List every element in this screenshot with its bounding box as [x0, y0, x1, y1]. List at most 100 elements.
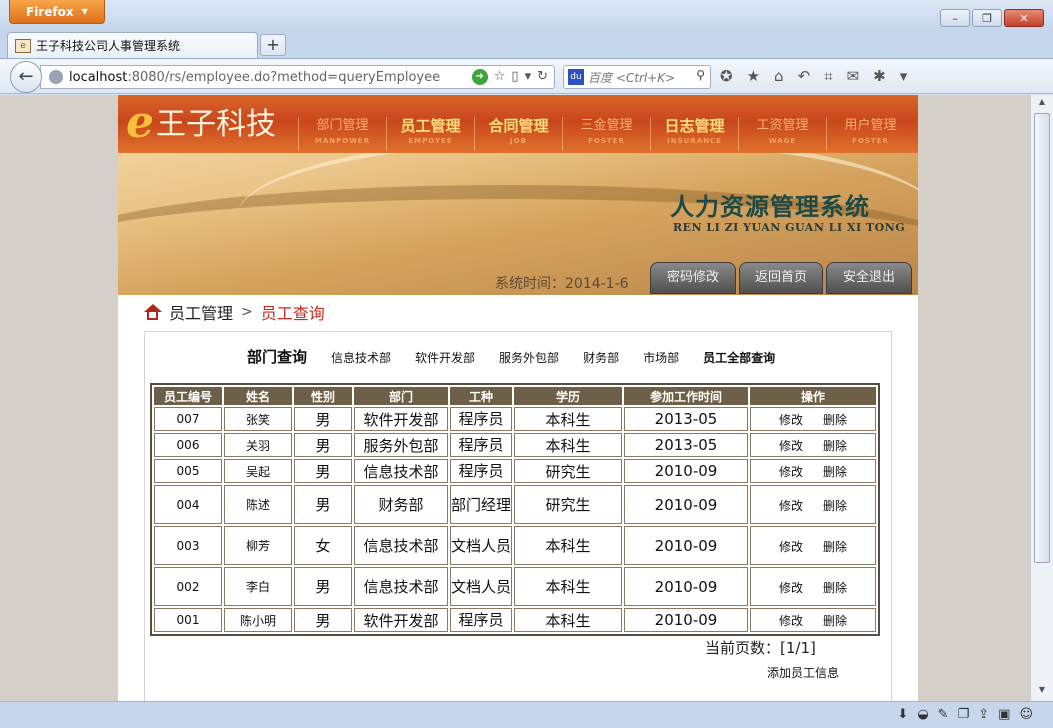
nav-item[interactable]: 日志管理 INSURANCE [650, 117, 738, 151]
cell-actions: 修改 删除 [750, 459, 876, 483]
cell-actions: 修改 删除 [750, 608, 876, 632]
department-filter: 部门查询 信息技术部 软件开发部 服务外包部 财务部 市场部 员工全部查询 [247, 346, 799, 367]
dept-link-software[interactable]: 软件开发部 [415, 349, 475, 366]
nav-item[interactable]: 工资管理 WAGE [738, 117, 826, 151]
cell-start-date: 2010-09 [624, 485, 748, 524]
scroll-up-icon[interactable]: ▲ [1034, 97, 1050, 111]
main-nav: 部门管理 MANPOWER 员工管理 EMPOYEE 合同管理 JOB 三金管理 FOSTER… [298, 117, 914, 151]
go-arrow-icon[interactable]: ➜ [471, 69, 488, 85]
undo-icon[interactable]: ↶ [798, 67, 811, 85]
minimize-button[interactable]: – [940, 9, 970, 27]
breadcrumb: 员工管理 > 员工查询 [144, 300, 325, 324]
delete-link[interactable]: 删除 [823, 413, 847, 427]
maximize-button[interactable]: ❐ [972, 9, 1002, 27]
nav-item[interactable]: 部门管理 MANPOWER [298, 117, 386, 151]
vertical-scrollbar[interactable]: ▲ ▼ [1030, 95, 1053, 701]
delete-link[interactable]: 删除 [823, 614, 847, 628]
edit-link[interactable]: 修改 [779, 439, 803, 453]
addon-icon[interactable]: ✪ [720, 67, 733, 85]
window-controls: – ❐ ✕ [940, 9, 1044, 27]
cell-job: 文档人员 [450, 567, 512, 606]
tab-active[interactable]: e 王子科技公司人事管理系统 [7, 32, 258, 58]
nav-item[interactable]: 用户管理 FOSTER [826, 117, 914, 151]
mobile-icon[interactable]: ▯ [511, 69, 518, 85]
nav-item[interactable]: 员工管理 EMPOYEE [386, 117, 474, 151]
scrollbar-thumb[interactable] [1034, 113, 1050, 563]
nav-item-sublabel: MANPOWER [314, 137, 371, 145]
status-bar: ⬇ ◒ ✎ ❐ ⇪ ▣ ☺ [0, 701, 1053, 728]
return-home-button[interactable]: 返回首页 [739, 262, 823, 294]
delete-link[interactable]: 删除 [823, 499, 847, 513]
delete-link[interactable]: 删除 [823, 540, 847, 554]
address-bar[interactable]: localhost:8080/rs/employee.do?method=que… [40, 65, 555, 89]
user-icon[interactable]: ☺ [1019, 707, 1033, 722]
tools-icon[interactable]: ✎ [938, 707, 949, 722]
edit-link[interactable]: 修改 [779, 465, 803, 479]
nav-item-sublabel: EMPOYEE [408, 137, 453, 145]
dept-link-outsourcing[interactable]: 服务外包部 [499, 349, 559, 366]
nav-item[interactable]: 合同管理 JOB [474, 117, 562, 151]
cell-name: 柳芳 [224, 526, 292, 565]
dept-link-finance[interactable]: 财务部 [583, 349, 619, 366]
extension-icon[interactable]: ✱ [873, 67, 886, 85]
table-body: 007 张笑男软件开发部 程序员 本科生 2013-05 修改 删除 006 关羽男服务外包部程… [154, 407, 876, 632]
delete-link[interactable]: 删除 [823, 581, 847, 595]
table-row: 003 柳芳女信息技术部 文档人员 本科生 2010-09 修改 删除 [154, 526, 876, 565]
edit-link[interactable]: 修改 [779, 413, 803, 427]
home-icon [144, 304, 162, 320]
delete-link[interactable]: 删除 [823, 465, 847, 479]
dropdown-icon[interactable]: ▾ [525, 69, 532, 85]
delete-link[interactable]: 删除 [823, 439, 847, 453]
add-employee-link[interactable]: 添加员工信息 [767, 664, 839, 681]
menu-chevron-icon[interactable]: ▾ [900, 67, 908, 85]
cell-employee-id: 007 [154, 407, 222, 431]
cell-gender: 女 [294, 526, 352, 565]
close-button[interactable]: ✕ [1004, 9, 1044, 27]
change-password-button[interactable]: 密码修改 [650, 262, 736, 294]
save-icon[interactable]: ▣ [998, 707, 1010, 722]
bookmarks-menu-icon[interactable]: ★ [747, 67, 760, 85]
home-icon[interactable]: ⌂ [774, 67, 784, 85]
window-titlebar: Firefox ▼ – ❐ ✕ [0, 0, 1053, 30]
cell-education: 本科生 [514, 407, 622, 431]
cell-name: 陈小明 [224, 608, 292, 632]
breadcrumb-parent[interactable]: 员工管理 [169, 300, 233, 324]
cell-employee-id: 003 [154, 526, 222, 565]
nav-item-label: 合同管理 [488, 117, 549, 135]
cell-department: 服务外包部 [354, 433, 448, 457]
cell-name: 张笑 [224, 407, 292, 431]
mask-icon[interactable]: ◒ [917, 707, 928, 722]
cell-department: 软件开发部 [354, 608, 448, 632]
crop-icon[interactable]: ⌗ [824, 67, 832, 85]
chat-icon[interactable]: ✉ [847, 67, 860, 85]
firefox-menu-button[interactable]: Firefox ▼ [9, 0, 105, 24]
back-button[interactable]: ← [10, 61, 42, 93]
scroll-down-icon[interactable]: ▼ [1034, 685, 1050, 699]
search-engine-icon[interactable]: du [568, 69, 584, 85]
edit-link[interactable]: 修改 [779, 540, 803, 554]
reload-icon[interactable]: ↻ [537, 69, 548, 85]
cell-job: 程序员 [450, 459, 512, 483]
nav-item[interactable]: 三金管理 FOSTER [562, 117, 650, 151]
edit-link[interactable]: 修改 [779, 581, 803, 595]
logout-button[interactable]: 安全退出 [826, 262, 912, 294]
cell-employee-id: 004 [154, 485, 222, 524]
column-header-gender: 性别 [294, 387, 352, 405]
edit-link[interactable]: 修改 [779, 614, 803, 628]
cell-job: 文档人员 [450, 526, 512, 565]
share-icon[interactable]: ⇪ [978, 707, 989, 722]
dept-link-it[interactable]: 信息技术部 [331, 349, 391, 366]
search-icon[interactable]: ⚲ [696, 68, 705, 82]
column-header-id: 员工编号 [154, 387, 222, 405]
bookmark-star-icon[interactable]: ☆ [494, 69, 506, 85]
download-icon[interactable]: ⬇ [897, 707, 908, 722]
windows-icon[interactable]: ❐ [958, 707, 970, 722]
edit-link[interactable]: 修改 [779, 499, 803, 513]
search-bar[interactable]: du 百度 <Ctrl+K> ⚲ [563, 65, 711, 89]
query-all-employees-link[interactable]: 员工全部查询 [703, 349, 775, 366]
cell-department: 信息技术部 [354, 526, 448, 565]
new-tab-button[interactable]: + [260, 34, 286, 56]
web-page: e 王子科技 部门管理 MANPOWER 员工管理 EMPOYEE 合同管理 JOB 三金管… [118, 95, 918, 701]
column-header-education: 学历 [514, 387, 622, 405]
dept-link-market[interactable]: 市场部 [643, 349, 679, 366]
